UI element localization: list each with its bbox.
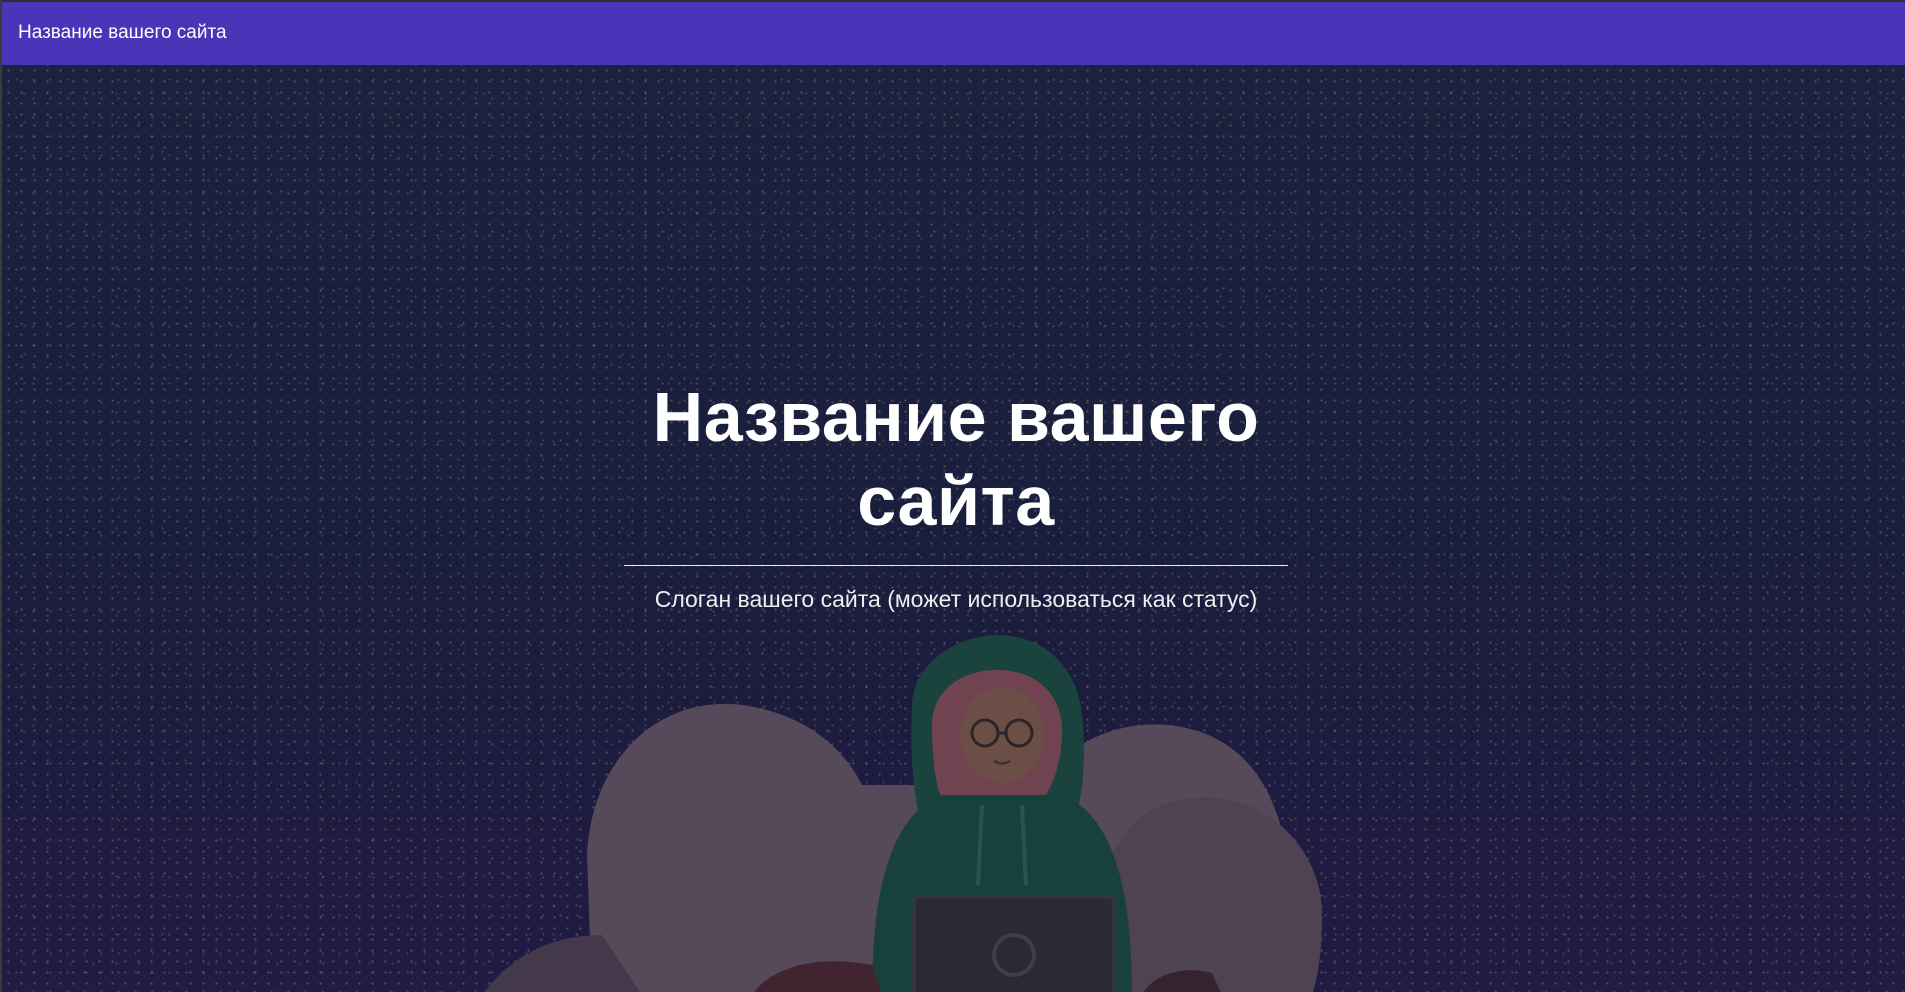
hero-content: Название вашего сайта Слоган вашего сайт…	[624, 375, 1288, 613]
top-navbar: Название вашего сайта	[2, 0, 1905, 65]
hero-divider	[624, 565, 1288, 566]
site-brand-link[interactable]: Название вашего сайта	[18, 22, 227, 44]
hero-title: Название вашего сайта	[652, 378, 1260, 540]
hero-section: Название вашего сайта Слоган вашего сайт…	[2, 65, 1905, 992]
page: Название вашего сайта Название вашего са…	[0, 0, 1905, 992]
hero-slogan: Слоган вашего сайта (может использоватьс…	[654, 586, 1258, 612]
